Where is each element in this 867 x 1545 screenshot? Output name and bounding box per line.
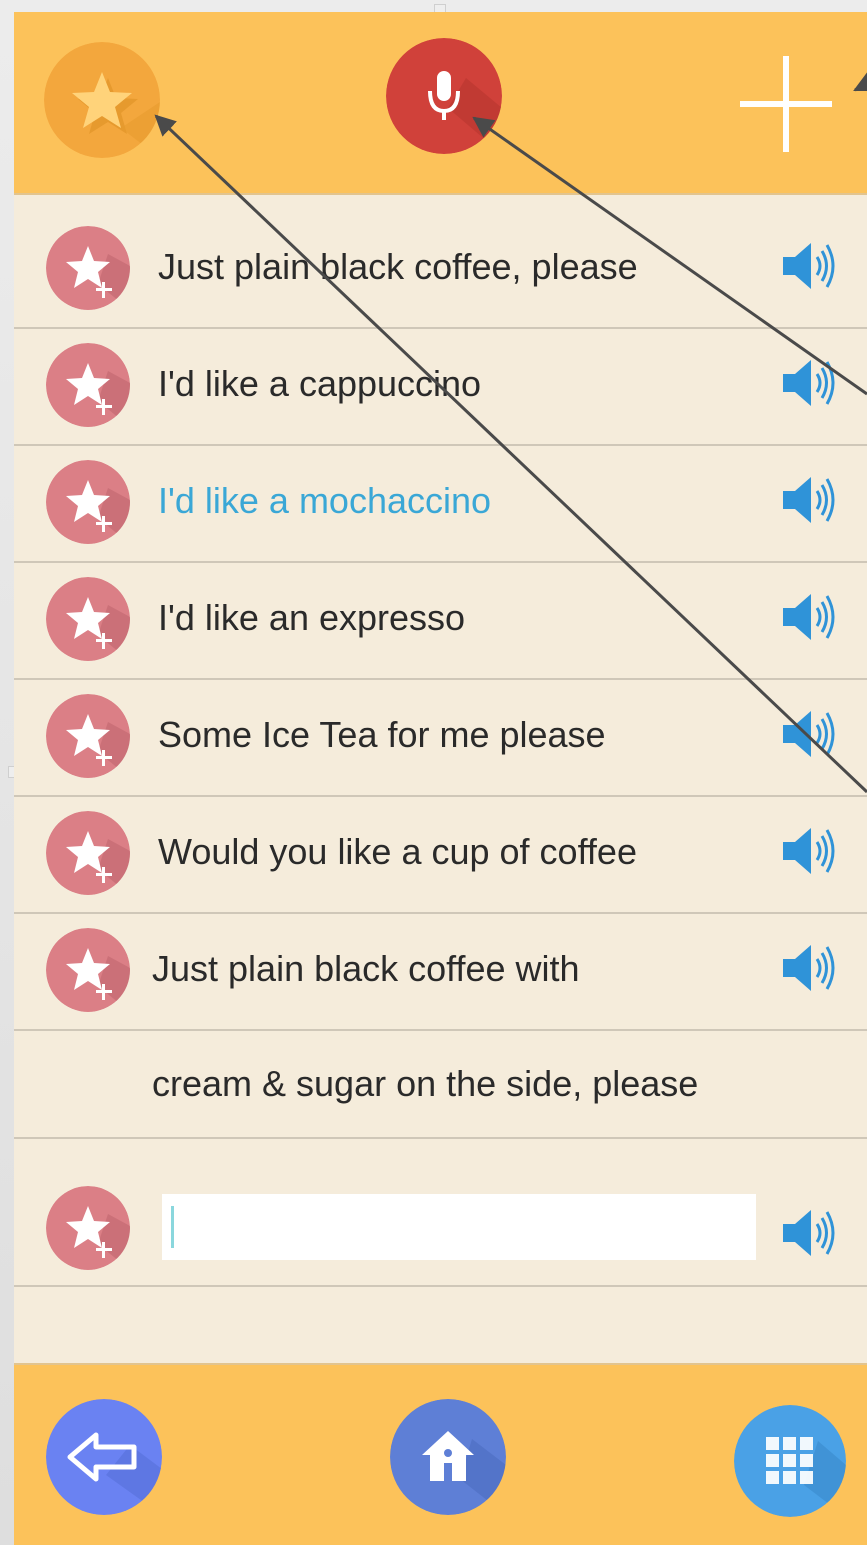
phrase-text: I'd like an expresso bbox=[158, 597, 466, 638]
star-add-icon bbox=[46, 460, 130, 544]
speaker-button[interactable] bbox=[779, 235, 841, 297]
phrase-text-continuation: cream & sugar on the side, please bbox=[152, 1063, 699, 1104]
speaker-button[interactable] bbox=[779, 820, 841, 882]
phrase-row[interactable]: I'd like a cappuccino bbox=[14, 327, 867, 446]
phrase-text: I'd like a cappuccino bbox=[158, 363, 482, 404]
row-favorite-button[interactable] bbox=[46, 928, 130, 1012]
bottom-bar bbox=[14, 1363, 867, 1545]
grid-menu-button[interactable] bbox=[734, 1405, 846, 1517]
speaker-icon bbox=[783, 360, 835, 406]
microphone-icon bbox=[386, 38, 502, 154]
phrase-row[interactable]: Just plain black coffee with bbox=[14, 912, 867, 1031]
row-favorite-button[interactable] bbox=[46, 1186, 130, 1270]
phone-screen: Just plain black coffee, please I'd like … bbox=[14, 12, 867, 1545]
star-add-icon bbox=[46, 811, 130, 895]
phrase-text: Some Ice Tea for me please bbox=[158, 714, 606, 755]
speaker-icon bbox=[783, 594, 835, 640]
microphone-button[interactable] bbox=[386, 38, 502, 154]
speaker-button[interactable] bbox=[779, 469, 841, 531]
speaker-icon bbox=[783, 711, 835, 757]
speaker-icon bbox=[783, 945, 835, 991]
favorites-button[interactable] bbox=[44, 42, 160, 158]
home-icon bbox=[390, 1399, 506, 1515]
speaker-button[interactable] bbox=[779, 586, 841, 648]
phrase-text: Just plain black coffee, please bbox=[158, 246, 638, 287]
row-favorite-button[interactable] bbox=[46, 577, 130, 661]
screenshot-stage: Just plain black coffee, please I'd like … bbox=[0, 0, 867, 1545]
phrase-row[interactable]: Would you like a cup of coffee bbox=[14, 795, 867, 914]
speaker-button[interactable] bbox=[779, 703, 841, 765]
phrase-text: Would you like a cup of coffee bbox=[158, 831, 637, 872]
speaker-icon bbox=[783, 477, 835, 523]
speaker-button[interactable] bbox=[779, 1202, 841, 1264]
star-add-icon bbox=[46, 694, 130, 778]
row-favorite-button[interactable] bbox=[46, 811, 130, 895]
speaker-icon bbox=[783, 1210, 835, 1256]
star-add-icon bbox=[46, 577, 130, 661]
phrase-text: Just plain black coffee with bbox=[152, 948, 580, 989]
row-favorite-button[interactable] bbox=[46, 226, 130, 310]
phrase-row[interactable]: I'd like an expresso bbox=[14, 561, 867, 680]
home-button[interactable] bbox=[390, 1399, 506, 1515]
back-button[interactable] bbox=[46, 1399, 162, 1515]
speaker-button[interactable] bbox=[779, 937, 841, 999]
phrase-row[interactable]: Just plain black coffee, please bbox=[14, 210, 867, 329]
row-favorite-button[interactable] bbox=[46, 460, 130, 544]
speaker-icon bbox=[783, 243, 835, 289]
row-favorite-button[interactable] bbox=[46, 343, 130, 427]
phrase-text: I'd like a mochaccino bbox=[158, 480, 492, 521]
star-add-icon bbox=[46, 226, 130, 310]
speaker-button[interactable] bbox=[779, 352, 841, 414]
back-arrow-icon bbox=[46, 1399, 162, 1515]
new-phrase-input[interactable] bbox=[162, 1194, 756, 1260]
star-icon bbox=[44, 42, 160, 158]
speaker-icon bbox=[783, 828, 835, 874]
add-button[interactable] bbox=[740, 52, 836, 156]
grid-icon bbox=[734, 1405, 846, 1517]
phrase-row[interactable]: Some Ice Tea for me please bbox=[14, 678, 867, 797]
text-cursor bbox=[171, 1206, 174, 1248]
star-add-icon bbox=[46, 928, 130, 1012]
row-favorite-button[interactable] bbox=[46, 694, 130, 778]
plus-icon bbox=[740, 56, 832, 152]
top-bar bbox=[14, 12, 867, 195]
star-add-icon bbox=[46, 343, 130, 427]
phrase-row[interactable]: I'd like a mochaccino bbox=[14, 444, 867, 563]
star-add-icon bbox=[46, 1186, 130, 1270]
phrase-row-continuation[interactable]: cream & sugar on the side, please bbox=[14, 1029, 867, 1139]
